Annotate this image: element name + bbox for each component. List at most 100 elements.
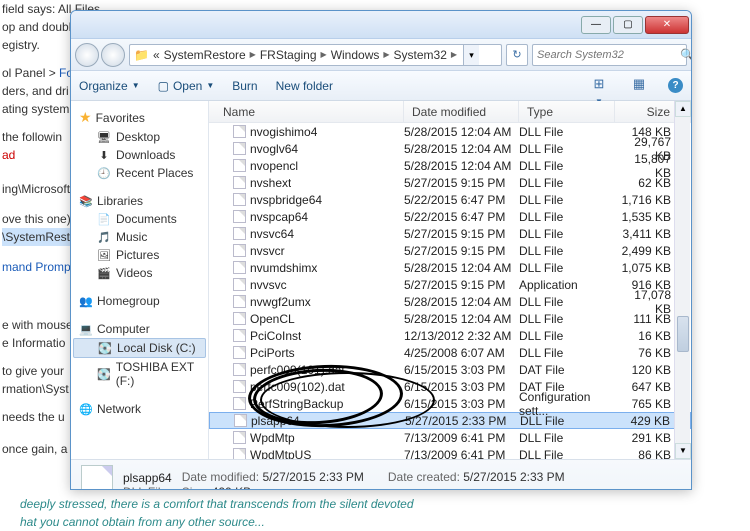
file-icon — [233, 261, 246, 274]
scroll-thumb[interactable] — [677, 316, 689, 352]
view-button[interactable]: ⊞ ▼ — [588, 76, 610, 96]
crumb[interactable]: Windows — [331, 48, 380, 62]
file-thumbnail — [81, 465, 113, 491]
nav-desktop[interactable]: 🖥Desktop — [71, 128, 208, 146]
file-icon — [233, 193, 246, 206]
nav-music[interactable]: 🎵Music — [71, 228, 208, 246]
nav-videos[interactable]: 🎬Videos — [71, 264, 208, 282]
file-icon — [233, 295, 246, 308]
search-box[interactable]: 🔍 — [532, 44, 687, 66]
file-date: 6/15/2015 3:03 PM — [404, 397, 519, 411]
chevron-right-icon[interactable]: ▶ — [451, 50, 457, 59]
file-type: DLL File — [519, 176, 615, 190]
col-type[interactable]: Type — [519, 101, 615, 122]
preview-button[interactable]: ▦ — [628, 76, 650, 96]
nav-favorites[interactable]: ★Favorites — [71, 107, 208, 128]
maximize-button[interactable]: ▢ — [613, 16, 643, 34]
file-date: 6/15/2015 3:03 PM — [404, 363, 519, 377]
nav-downloads[interactable]: ⬇Downloads — [71, 146, 208, 164]
nav-computer[interactable]: 💻Computer — [71, 320, 208, 338]
file-row[interactable]: nvspcap645/22/2015 6:47 PMDLL File1,535 … — [209, 208, 691, 225]
file-type: DLL File — [519, 329, 615, 343]
file-row[interactable]: PciPorts4/25/2008 6:07 AMDLL File76 KB — [209, 344, 691, 361]
file-row[interactable]: plsapp645/27/2015 2:33 PMDLL File429 KB — [209, 412, 691, 429]
file-row[interactable]: OpenCL5/28/2015 12:04 AMDLL File111 KB — [209, 310, 691, 327]
nav-pane: ★Favorites 🖥Desktop ⬇Downloads 🕘Recent P… — [71, 101, 209, 459]
scrollbar[interactable]: ▲ ▼ — [674, 101, 690, 459]
file-type: DLL File — [519, 142, 615, 156]
col-date[interactable]: Date modified — [404, 101, 519, 122]
close-button[interactable]: ✕ — [645, 16, 689, 34]
file-name: nvspbridge64 — [250, 193, 322, 207]
file-date: 5/27/2015 9:15 PM — [404, 227, 519, 241]
file-date: 5/28/2015 12:04 AM — [404, 159, 519, 173]
drive-icon: 💽 — [98, 342, 112, 355]
file-date: 7/13/2009 6:41 PM — [404, 431, 519, 445]
file-icon — [233, 125, 246, 138]
open-button[interactable]: ▢Open▼ — [158, 79, 215, 93]
file-type: DLL File — [519, 312, 615, 326]
chevron-right-icon[interactable]: ▶ — [383, 50, 389, 59]
help-button[interactable]: ? — [668, 78, 683, 93]
file-date: 5/27/2015 2:33 PM — [405, 414, 520, 428]
minimize-button[interactable]: — — [581, 16, 611, 34]
back-button[interactable] — [75, 43, 99, 67]
file-row[interactable]: WpdMtpUS7/13/2009 6:41 PMDLL File86 KB — [209, 446, 691, 459]
file-date: 7/13/2009 6:41 PM — [404, 448, 519, 460]
scroll-up[interactable]: ▲ — [675, 101, 691, 117]
file-type: DLL File — [519, 227, 615, 241]
newfolder-button[interactable]: New folder — [276, 79, 333, 93]
file-type: DLL File — [520, 414, 616, 428]
file-name: PciCoInst — [250, 329, 301, 343]
file-type: DLL File — [519, 125, 615, 139]
file-name: nvsvc64 — [250, 227, 294, 241]
chevron-right-icon[interactable]: ▶ — [250, 50, 256, 59]
file-icon — [233, 159, 246, 172]
file-row[interactable]: nvspbridge645/22/2015 6:47 PMDLL File1,7… — [209, 191, 691, 208]
nav-recent[interactable]: 🕘Recent Places — [71, 164, 208, 182]
file-icon — [233, 346, 246, 359]
file-row[interactable]: nvsvcr5/27/2015 9:15 PMDLL File2,499 KB — [209, 242, 691, 259]
file-row[interactable]: PciCoInst12/13/2012 2:32 AMDLL File16 KB — [209, 327, 691, 344]
file-row[interactable]: nvopencl5/28/2015 12:04 AMDLL File15,807… — [209, 157, 691, 174]
file-type: DLL File — [519, 193, 615, 207]
crumb[interactable]: SystemRestore — [164, 48, 246, 62]
refresh-button[interactable]: ↻ — [506, 44, 528, 66]
organize-button[interactable]: Organize▼ — [79, 79, 140, 93]
library-icon: 📚 — [79, 195, 93, 208]
file-date: 5/27/2015 9:15 PM — [404, 278, 519, 292]
crumb[interactable]: FRStaging — [260, 48, 317, 62]
doc-icon: 📄 — [97, 213, 111, 226]
forward-button[interactable] — [101, 43, 125, 67]
nav-network[interactable]: 🌐Network — [71, 400, 208, 418]
file-row[interactable]: WpdMtp7/13/2009 6:41 PMDLL File291 KB — [209, 429, 691, 446]
file-name: perfc009(101).dat — [250, 363, 345, 377]
file-row[interactable]: PerfStringBackup6/15/2015 3:03 PMConfigu… — [209, 395, 691, 412]
nav-drive-f[interactable]: 💽TOSHIBA EXT (F:) — [71, 358, 208, 390]
address-bar[interactable]: 📁 « SystemRestore▶ FRStaging▶ Windows▶ S… — [129, 44, 502, 66]
address-dropdown[interactable]: ▾ — [463, 45, 479, 65]
nav-documents[interactable]: 📄Documents — [71, 210, 208, 228]
search-icon[interactable]: 🔍 — [680, 48, 692, 62]
nav-libraries[interactable]: 📚Libraries — [71, 192, 208, 210]
file-row[interactable]: perfc009(101).dat6/15/2015 3:03 PMDAT Fi… — [209, 361, 691, 378]
nav-drive-c[interactable]: 💽Local Disk (C:) — [73, 338, 206, 358]
file-name: nvsvcr — [250, 244, 285, 258]
file-row[interactable]: perfc009(102).dat6/15/2015 3:03 PMDAT Fi… — [209, 378, 691, 395]
file-name: nvogishimo4 — [250, 125, 317, 139]
file-row[interactable]: nvumdshimx5/28/2015 12:04 AMDLL File1,07… — [209, 259, 691, 276]
crumb-overflow[interactable]: « — [153, 48, 160, 62]
file-row[interactable]: nvwgf2umx5/28/2015 12:04 AMDLL File17,07… — [209, 293, 691, 310]
burn-button[interactable]: Burn — [232, 79, 257, 93]
file-row[interactable]: nvshext5/27/2015 9:15 PMDLL File62 KB — [209, 174, 691, 191]
crumb[interactable]: System32 — [394, 48, 447, 62]
nav-pictures[interactable]: 🖼Pictures — [71, 246, 208, 264]
nav-homegroup[interactable]: 👥Homegroup — [71, 292, 208, 310]
search-input[interactable] — [537, 49, 680, 61]
col-name[interactable]: Name — [209, 101, 404, 122]
file-row[interactable]: nvsvc645/27/2015 9:15 PMDLL File3,411 KB — [209, 225, 691, 242]
file-date: 5/28/2015 12:04 AM — [404, 312, 519, 326]
scroll-down[interactable]: ▼ — [675, 443, 691, 459]
file-date: 5/28/2015 12:04 AM — [404, 261, 519, 275]
chevron-right-icon[interactable]: ▶ — [321, 50, 327, 59]
